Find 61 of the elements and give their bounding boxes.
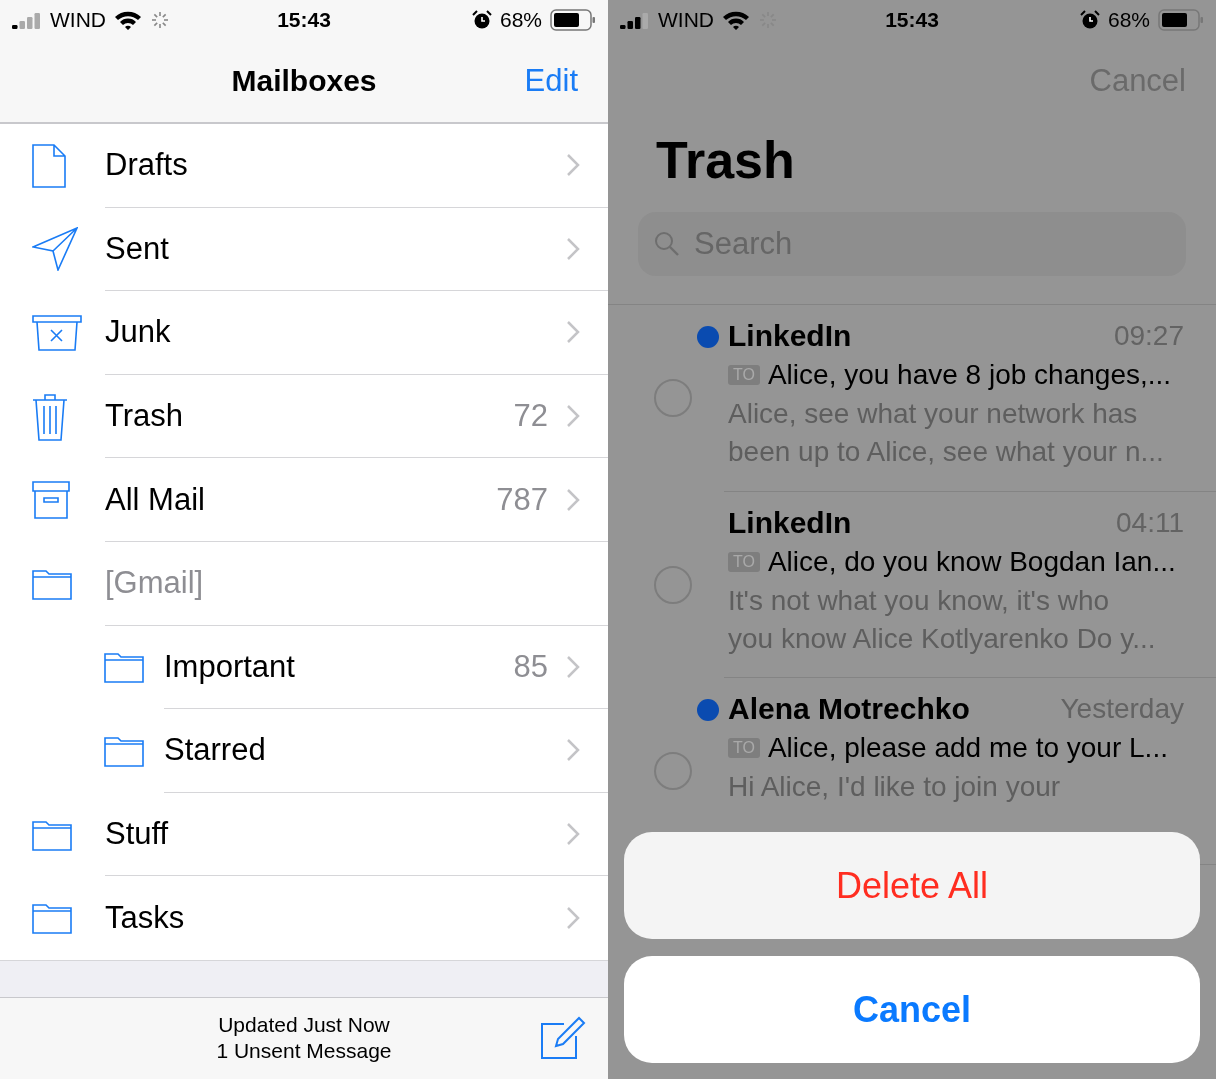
- cancel-button[interactable]: Cancel: [624, 956, 1200, 1063]
- mailbox-item[interactable]: Drafts: [105, 147, 566, 184]
- carrier-name: WIND: [658, 8, 714, 32]
- sender-name: LinkedIn: [728, 319, 852, 353]
- carrier-name: WIND: [50, 8, 106, 32]
- mailbox-item[interactable]: All Mail: [105, 481, 497, 518]
- alarm-icon: [471, 10, 492, 30]
- chevron-icon: [566, 738, 580, 763]
- mailbox-item[interactable]: Junk: [105, 314, 566, 351]
- sender-name: LinkedIn: [728, 505, 852, 540]
- battery-icon: [550, 9, 596, 31]
- status-text: Updated Just Now: [218, 1012, 390, 1039]
- mailbox-item[interactable]: Sent: [105, 230, 566, 267]
- sender-name: Alena Motrechko: [728, 692, 970, 726]
- chevron-icon: [566, 236, 580, 261]
- page-title: Trash: [655, 130, 796, 191]
- mailbox-item[interactable]: Trash: [105, 398, 514, 435]
- mailbox-count: 787: [496, 481, 548, 518]
- mailbox-count: 72: [513, 398, 548, 435]
- trash-icon: [32, 392, 68, 441]
- chevron-icon: [566, 906, 580, 931]
- chevron-icon: [566, 153, 580, 178]
- message-subject: Alice, you have 8 job changes,...: [767, 359, 1172, 391]
- alarm-icon: [1079, 10, 1100, 30]
- select-circle[interactable]: [654, 752, 692, 791]
- folder-icon: [32, 902, 72, 935]
- battery-percent: 68%: [1107, 8, 1150, 32]
- chevron-icon: [566, 404, 580, 429]
- battery-percent: 68%: [499, 8, 542, 32]
- mailbox-count: 85: [513, 648, 548, 685]
- wifi-icon: [114, 10, 142, 30]
- signal-icon: [12, 11, 42, 29]
- nav-title: Mailboxes: [231, 64, 377, 98]
- mailbox-item[interactable]: Stuff: [105, 816, 566, 853]
- chevron-icon: [566, 654, 580, 679]
- select-circle[interactable]: [654, 379, 692, 418]
- paper-plane-icon: [32, 227, 78, 272]
- chevron-icon: [566, 822, 580, 847]
- search-icon: [654, 231, 680, 257]
- compose-button[interactable]: [540, 1016, 586, 1061]
- folder-icon: [32, 818, 72, 851]
- message-subject: Alice, please add me to your L...: [767, 732, 1168, 764]
- folder-icon: [32, 567, 72, 600]
- edit-button[interactable]: Edit: [524, 63, 578, 99]
- signal-icon: [620, 11, 650, 29]
- folder-icon: [104, 651, 144, 684]
- chevron-icon: [566, 320, 580, 345]
- mailbox-item[interactable]: Tasks: [105, 900, 566, 937]
- junk-bin-icon: [32, 315, 82, 351]
- message-subject: Alice, do you know Bogdan Ian...: [767, 545, 1176, 578]
- document-icon: [32, 143, 66, 188]
- archive-box-icon: [32, 481, 70, 520]
- chevron-icon: [566, 487, 580, 512]
- status-time: 15:43: [885, 8, 939, 32]
- spinner-icon: [150, 10, 170, 30]
- folder-icon: [104, 734, 144, 767]
- wifi-icon: [722, 10, 750, 30]
- battery-icon: [1158, 9, 1204, 31]
- status-time: 15:43: [277, 8, 331, 32]
- select-circle[interactable]: [654, 565, 692, 604]
- status-text: 1 Unsent Message: [216, 1038, 392, 1065]
